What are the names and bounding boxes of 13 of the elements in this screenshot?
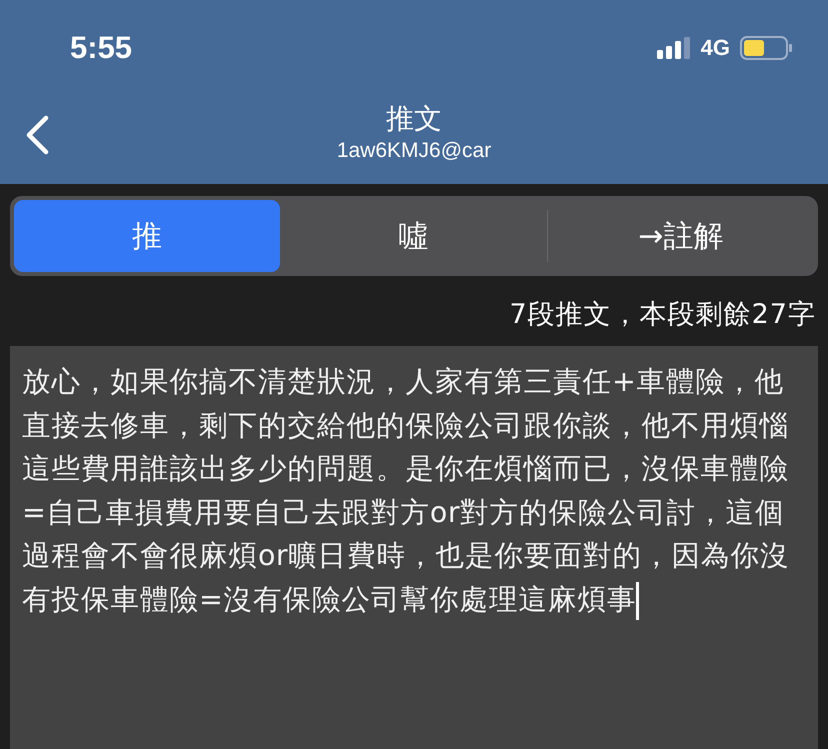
segment-tab[interactable]: 噓 xyxy=(280,200,547,272)
status-time: 5:55 xyxy=(70,30,132,66)
nav-subtitle: 1aw6KMJ6@car xyxy=(336,138,492,164)
message-field[interactable]: 放心，如果你搞不清楚狀況，人家有第三責任+車體險，他直接去修車，剩下的交給他的保險公司跟你談，他不用煩惱這些費用誰該出多少的問題。是你在煩惱而已，沒保車體險=自己車損費用要自己去跟對方or對方的保險公司討，這個過程會不會很麻煩or曠日費時，也是你要面對的，因為你沒有投保車體險=沒有保險公司幫你處理這麻煩事 xyxy=(10,346,818,749)
character-counter: 7段推文，本段剩餘27字 xyxy=(509,298,817,332)
network-label: 4G xyxy=(700,35,730,61)
back-icon[interactable] xyxy=(24,115,50,155)
segment-tab[interactable]: →註解 xyxy=(548,200,814,272)
signal-icon xyxy=(656,37,691,59)
battery-icon xyxy=(740,36,792,60)
nav-title: 推文 xyxy=(386,101,442,137)
text-cursor xyxy=(636,582,640,620)
segment-tab[interactable]: 推 xyxy=(14,200,280,272)
